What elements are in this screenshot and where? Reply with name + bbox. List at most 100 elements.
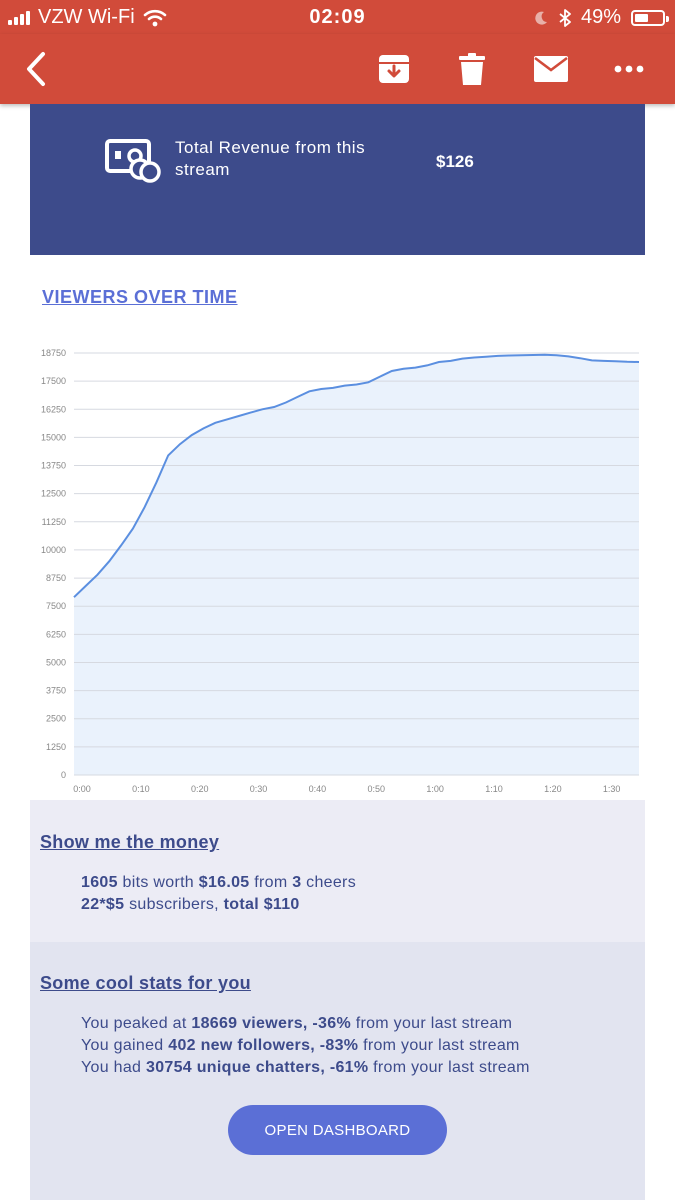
bluetooth-icon (559, 8, 571, 27)
data-point (461, 358, 463, 360)
chatters-suffix: from your last stream (368, 1059, 530, 1076)
data-point (391, 370, 393, 372)
data-point (308, 390, 310, 392)
delete-button[interactable] (451, 48, 493, 90)
data-point (414, 367, 416, 369)
data-point (250, 412, 252, 414)
viewers-chart-svg: 0 1250 2500 3750 5000 6250 7500 8750 10000 11250 1… (41, 348, 640, 794)
data-point (403, 368, 405, 370)
revenue-label: Total Revenue from this stream (175, 138, 366, 179)
status-bar: VZW Wi-Fi 02:09 49% (0, 0, 675, 34)
y-tick-label: 1250 (46, 742, 66, 752)
stats-title[interactable]: Some cool stats for you (40, 973, 251, 994)
data-point (120, 544, 122, 546)
y-tick-label: 0 (61, 770, 66, 780)
more-button[interactable] (608, 48, 650, 90)
x-tick-label: 1:30 (603, 784, 621, 794)
x-tick-label: 0:00 (73, 784, 91, 794)
followers-prefix: You gained (81, 1037, 169, 1054)
x-tick-label: 0:30 (250, 784, 268, 794)
data-point (379, 376, 381, 378)
data-point (485, 356, 487, 358)
data-point (497, 355, 499, 357)
from-text: from (249, 874, 293, 891)
y-tick-label: 3750 (46, 686, 66, 696)
data-point (132, 528, 134, 530)
data-point (73, 596, 75, 598)
peak-viewers-line: You peaked at 18669 viewers, -36% from y… (81, 1015, 512, 1033)
archive-icon (379, 55, 409, 83)
y-tick-label: 16250 (41, 404, 66, 414)
bits-worth: $16.05 (198, 874, 250, 891)
x-tick-label: 0:40 (309, 784, 327, 794)
followers-suffix: from your last stream (358, 1037, 520, 1054)
data-point (556, 354, 558, 356)
y-tick-label: 2500 (46, 714, 66, 724)
y-tick-label: 15000 (41, 432, 66, 442)
subscriber-total: total $110 (223, 896, 300, 913)
data-point (626, 361, 628, 363)
bits-line: 1605 bits worth $16.05 from 3 cheers (81, 874, 356, 892)
mark-unread-button[interactable] (530, 48, 572, 90)
data-point (332, 387, 334, 389)
money-icon (105, 139, 161, 183)
data-point (273, 406, 275, 408)
followers-line: You gained 402 new followers, -83% from … (81, 1037, 520, 1055)
data-point (438, 361, 440, 363)
x-tick-label: 1:00 (426, 784, 444, 794)
bits-text: bits worth (117, 874, 199, 891)
viewers-area (74, 354, 639, 775)
data-point (203, 427, 205, 429)
mail-icon (534, 56, 568, 82)
chatters-prefix: You had (81, 1059, 146, 1076)
x-tick-label: 1:10 (485, 784, 503, 794)
data-point (567, 355, 569, 357)
data-point (297, 396, 299, 398)
more-icon (614, 65, 644, 73)
subscriber-count: 22*$5 (81, 896, 125, 913)
data-point (591, 359, 593, 361)
data-point (450, 360, 452, 362)
back-icon (27, 52, 45, 86)
subscribers-line: 22*$5 subscribers, total $110 (81, 896, 300, 914)
data-point (214, 422, 216, 424)
y-tick-label: 11250 (42, 517, 66, 527)
y-tick-label: 13750 (41, 461, 66, 471)
moon-icon (535, 11, 547, 25)
y-tick-label: 7500 (46, 601, 66, 611)
viewers-chart: 0 1250 2500 3750 5000 6250 7500 8750 10000 11250 1… (30, 335, 645, 800)
y-tick-label: 5000 (46, 657, 66, 667)
data-point (344, 385, 346, 387)
data-point (532, 354, 534, 356)
y-tick-label: 18750 (41, 348, 66, 358)
data-point (603, 360, 605, 362)
peak-suffix: from your last stream (350, 1015, 513, 1032)
data-point (179, 443, 181, 445)
revenue-panel: Total Revenue from this stream $126 (30, 104, 645, 255)
data-point (285, 402, 287, 404)
money-section: Show me the money 1605 bits worth $16.05… (30, 800, 645, 942)
cheers-text: cheers (301, 874, 356, 891)
data-point (238, 415, 240, 417)
battery-percent: 49% (580, 6, 621, 28)
peak-prefix: You peaked at (81, 1015, 192, 1032)
followers-value: 402 new followers, -83% (168, 1037, 359, 1054)
back-button[interactable] (15, 48, 57, 90)
data-point (85, 585, 87, 587)
data-point (544, 354, 546, 356)
x-tick-label: 1:20 (544, 784, 562, 794)
open-dashboard-button[interactable]: OPEN DASHBOARD (228, 1105, 447, 1155)
viewers-over-time-title[interactable]: VIEWERS OVER TIME (42, 287, 238, 308)
data-point (261, 408, 263, 410)
y-tick-label: 12500 (41, 489, 66, 499)
data-point (520, 354, 522, 356)
data-point (108, 560, 110, 562)
revenue-amount: $126 (436, 152, 474, 171)
money-title[interactable]: Show me the money (40, 832, 219, 853)
archive-button[interactable] (373, 48, 415, 90)
email-toolbar (0, 34, 675, 104)
data-point (615, 360, 617, 362)
data-point (473, 357, 475, 359)
data-point (638, 361, 640, 363)
peak-value: 18669 viewers, -36% (191, 1015, 351, 1032)
